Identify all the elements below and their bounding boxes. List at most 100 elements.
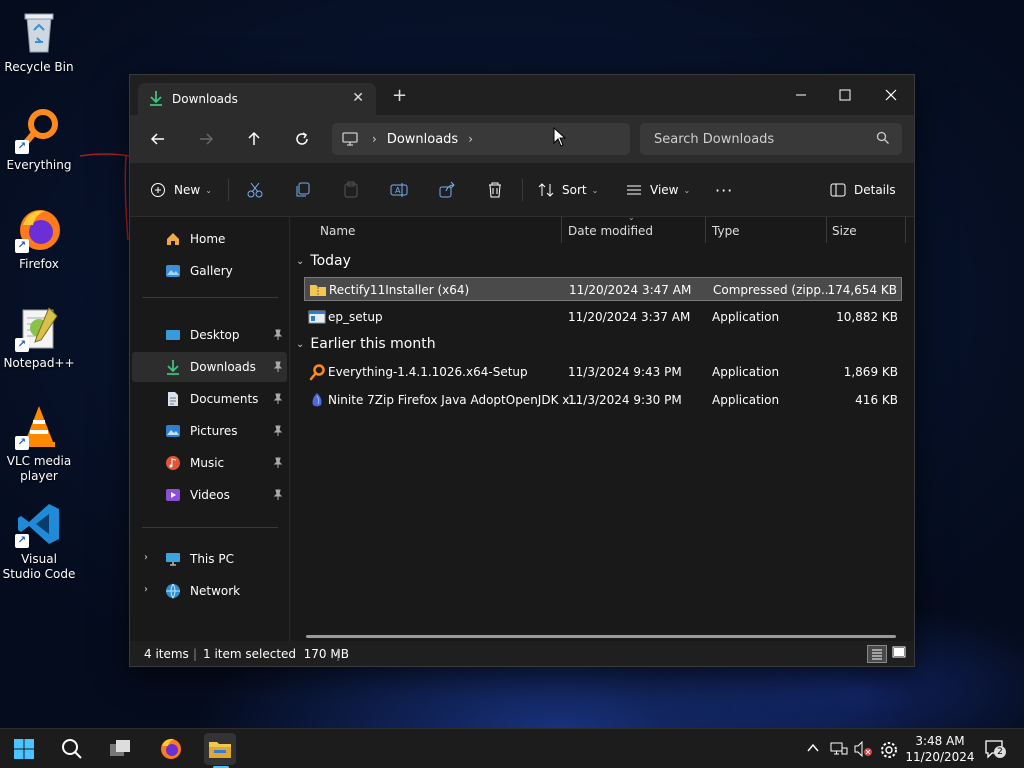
column-header-date-modified[interactable]: Date modified [568, 217, 653, 245]
file-row[interactable]: Everything-1.4.1.1026.x64-Setup 11/3/202… [304, 360, 902, 384]
column-divider[interactable] [905, 217, 906, 243]
rename-button[interactable]: A [390, 178, 408, 202]
file-date: 11/3/2024 9:43 PM [568, 365, 682, 379]
pin-icon[interactable] [272, 457, 283, 471]
downloads-folder-icon [164, 358, 182, 376]
sidebar-item-videos[interactable]: Videos [132, 480, 287, 510]
navigation-bar: › Downloads › Search Downloads [130, 115, 914, 163]
search-taskbar-button[interactable] [56, 733, 88, 765]
back-button[interactable] [144, 125, 172, 153]
volume-tray-button[interactable] [854, 740, 874, 760]
desktop-icon-firefox[interactable]: ↗ Firefox [2, 205, 76, 272]
pin-icon[interactable] [272, 393, 283, 407]
sidebar-item-this-pc[interactable]: › This PC [132, 544, 287, 574]
notification-center-button[interactable]: 2 [984, 739, 1006, 762]
sidebar-item-pictures[interactable]: Pictures [132, 416, 287, 446]
details-view-button[interactable] [867, 645, 887, 663]
sort-button[interactable]: Sort ⌄ [538, 178, 598, 202]
chevron-down-icon: ⌄ [296, 338, 305, 350]
taskbar-clock[interactable]: 3:48 AM 11/20/2024 [900, 733, 980, 765]
gallery-icon [164, 262, 182, 280]
cut-button[interactable] [246, 178, 264, 202]
file-row[interactable]: ep_setup 11/20/2024 3:37 AM Application … [304, 305, 902, 329]
desktop-icon-vlc[interactable]: ↗ VLC media player [2, 402, 76, 484]
desktop-icon-notepad-plus-plus[interactable]: ↗ Notepad++ [2, 304, 76, 371]
search-input[interactable]: Search Downloads [640, 123, 902, 155]
details-pane-button[interactable]: Details [830, 178, 896, 202]
tab-downloads[interactable]: Downloads ✕ [138, 83, 376, 115]
sidebar-item-documents[interactable]: Documents [132, 384, 287, 414]
network-tray-button[interactable] [830, 741, 848, 760]
title-bar: Downloads ✕ + [130, 75, 914, 115]
tab-close-icon[interactable]: ✕ [352, 90, 364, 106]
maximize-button[interactable] [822, 81, 868, 109]
file-row[interactable]: Ninite 7Zip Firefox Java AdoptOpenJDK x.… [304, 388, 902, 412]
task-view-button[interactable] [104, 733, 136, 765]
column-divider[interactable] [826, 217, 827, 243]
forward-button[interactable] [192, 125, 220, 153]
close-window-button[interactable] [868, 81, 914, 109]
minimize-button[interactable] [778, 81, 824, 109]
pin-icon[interactable] [272, 329, 283, 343]
recycle-bin-icon [15, 8, 63, 56]
up-arrow-icon [248, 131, 260, 145]
pin-icon[interactable] [272, 489, 283, 503]
sidebar-item-desktop[interactable]: Desktop [132, 320, 287, 350]
sidebar-item-label: Network [190, 584, 241, 598]
sidebar-item-downloads[interactable]: Downloads [132, 352, 287, 382]
chevron-right-icon[interactable]: › [144, 584, 148, 595]
file-row[interactable]: Rectify11Installer (x64) 11/20/2024 3:47… [304, 277, 902, 301]
breadcrumb-downloads[interactable]: Downloads [387, 132, 458, 147]
show-hidden-icons-button[interactable] [806, 741, 820, 758]
paste-button[interactable] [342, 178, 360, 202]
search-placeholder: Search Downloads [654, 131, 775, 147]
refresh-button[interactable] [288, 125, 316, 153]
firefox-taskbar-button[interactable] [155, 733, 187, 765]
group-title: Earlier this month [310, 336, 436, 352]
start-button[interactable] [8, 733, 40, 765]
column-header-size[interactable]: Size [832, 217, 857, 245]
file-explorer-taskbar-button[interactable] [204, 733, 236, 765]
share-icon [439, 181, 455, 198]
sidebar-item-label: Pictures [190, 424, 238, 438]
horizontal-scrollbar[interactable] [306, 635, 896, 638]
group-header-today[interactable]: ⌄ Today [296, 249, 351, 273]
tiles-view-icon [892, 646, 906, 658]
desktop-icon-everything[interactable]: ↗ Everything [2, 106, 76, 173]
sidebar-item-network[interactable]: › Network [132, 576, 287, 606]
details-pane-icon [830, 183, 846, 197]
desktop-icon-label: VLC media player [6, 454, 72, 483]
sidebar-item-music[interactable]: Music [132, 448, 287, 478]
chevron-right-icon[interactable]: › [144, 552, 148, 563]
column-header-name[interactable]: Name [320, 217, 355, 245]
share-button[interactable] [438, 178, 456, 202]
desktop-icon-vscode[interactable]: ↗ Visual Studio Code [2, 500, 76, 582]
everything-search-icon: ↗ [15, 106, 63, 154]
more-options-button[interactable]: ··· [715, 178, 733, 202]
sidebar-item-home[interactable]: Home [132, 224, 287, 254]
tiles-view-button[interactable] [890, 645, 910, 663]
view-button[interactable]: View ⌄ [626, 178, 690, 202]
settings-tray-button[interactable] [880, 741, 898, 762]
new-button[interactable]: New ⌄ [150, 178, 212, 202]
notification-count-badge: 2 [994, 746, 1006, 758]
column-divider[interactable] [705, 217, 706, 243]
pin-icon[interactable] [272, 425, 283, 439]
network-icon [164, 582, 182, 600]
desktop-icon-recycle-bin[interactable]: Recycle Bin [2, 8, 76, 75]
group-header-earlier-this-month[interactable]: ⌄ Earlier this month [296, 332, 436, 356]
pin-icon[interactable] [272, 361, 283, 375]
breadcrumb-chevron-icon[interactable]: › [468, 132, 473, 146]
new-tab-button[interactable]: + [392, 87, 407, 105]
sidebar-item-label: Desktop [190, 328, 240, 342]
firefox-icon [161, 738, 181, 759]
desktop-icon-label: Recycle Bin [4, 60, 74, 74]
up-button[interactable] [240, 125, 268, 153]
column-header-type[interactable]: Type [712, 217, 740, 245]
view-list-icon [627, 185, 641, 195]
delete-button[interactable] [486, 178, 504, 202]
sidebar-item-gallery[interactable]: Gallery [132, 256, 287, 286]
copy-button[interactable] [294, 178, 312, 202]
address-bar[interactable]: › Downloads › [332, 123, 630, 155]
column-divider[interactable] [561, 217, 562, 243]
